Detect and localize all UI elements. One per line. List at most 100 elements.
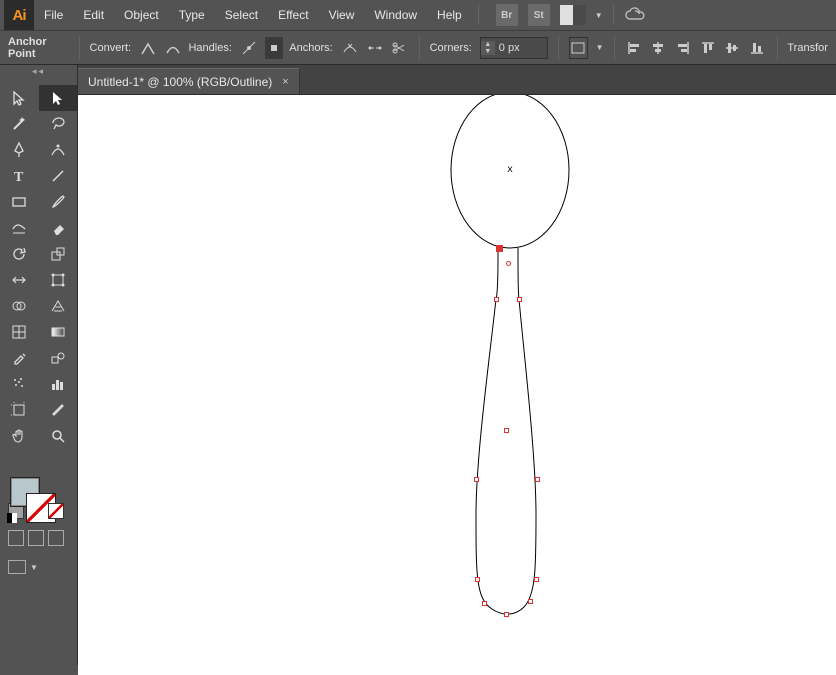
paintbrush-tool[interactable]	[39, 189, 78, 215]
align-top-icon[interactable]	[698, 37, 717, 59]
anchor-point-label: Anchor Point	[8, 36, 67, 60]
artwork-outline[interactable]	[78, 95, 836, 675]
direct-selection-tool[interactable]	[39, 85, 78, 111]
stock-icon[interactable]: St	[528, 4, 550, 26]
corner-radius-input[interactable]	[495, 42, 547, 54]
align-to-selector[interactable]	[569, 37, 588, 59]
eyedropper-tool[interactable]	[0, 345, 39, 371]
free-transform-tool[interactable]	[39, 267, 78, 293]
separator	[478, 5, 479, 25]
menu-view[interactable]: View	[319, 0, 365, 30]
selection-tool[interactable]	[0, 85, 39, 111]
lasso-tool[interactable]	[39, 111, 78, 137]
shaper-tool[interactable]	[0, 215, 39, 241]
corners-label: Corners:	[430, 42, 472, 54]
canvas-area[interactable]: x	[78, 95, 836, 665]
pen-tool[interactable]	[0, 137, 39, 163]
anchors-cut-icon[interactable]	[390, 37, 409, 59]
anchors-connect-icon[interactable]	[365, 37, 384, 59]
none-mode-icon[interactable]	[48, 503, 64, 519]
handles-hide-icon[interactable]	[265, 37, 284, 59]
anchor-point[interactable]	[534, 577, 539, 582]
arrange-docs-icon[interactable]	[560, 5, 586, 25]
anchors-remove-icon[interactable]	[341, 37, 360, 59]
align-vcenter-icon[interactable]	[723, 37, 742, 59]
anchor-point[interactable]	[504, 612, 509, 617]
menu-help[interactable]: Help	[427, 0, 472, 30]
convert-corner-icon[interactable]	[139, 37, 158, 59]
magic-wand-tool[interactable]	[0, 111, 39, 137]
screen-mode-icon[interactable]	[8, 560, 26, 574]
anchor-point[interactable]	[506, 261, 511, 266]
anchor-point-selected[interactable]	[496, 245, 503, 252]
width-tool[interactable]	[0, 267, 39, 293]
corner-radius-field[interactable]: ▲▼	[480, 37, 548, 59]
menu-edit[interactable]: Edit	[73, 0, 114, 30]
slice-tool[interactable]	[39, 397, 78, 423]
align-left-icon[interactable]	[624, 37, 643, 59]
anchor-point[interactable]	[504, 428, 509, 433]
chevron-down-icon[interactable]: ▼	[595, 11, 603, 20]
convert-label: Convert:	[90, 42, 132, 54]
anchor-point[interactable]	[535, 477, 540, 482]
eraser-tool[interactable]	[39, 215, 78, 241]
collapse-handle[interactable]: ◂◂	[0, 65, 77, 77]
convert-smooth-icon[interactable]	[164, 37, 183, 59]
fill-stroke-swatches[interactable]	[0, 475, 77, 531]
align-bottom-icon[interactable]	[748, 37, 767, 59]
handles-label: Handles:	[188, 42, 231, 54]
draw-behind-icon[interactable]	[28, 530, 44, 546]
tools-panel: ◂◂ T	[0, 65, 78, 665]
hand-tool[interactable]	[0, 423, 39, 449]
zoom-tool[interactable]	[39, 423, 78, 449]
artboard[interactable]: x	[78, 95, 836, 675]
sync-icon[interactable]	[624, 7, 646, 23]
draw-inside-icon[interactable]	[48, 530, 64, 546]
separator	[558, 36, 559, 60]
bridge-icon[interactable]: Br	[496, 4, 518, 26]
menu-object[interactable]: Object	[114, 0, 169, 30]
handles-show-icon[interactable]	[240, 37, 259, 59]
chevron-down-icon[interactable]: ▼	[30, 563, 38, 572]
menu-select[interactable]: Select	[215, 0, 268, 30]
curvature-tool[interactable]	[39, 137, 78, 163]
line-segment-tool[interactable]	[39, 163, 78, 189]
shape-builder-tool[interactable]	[0, 293, 39, 319]
anchor-point[interactable]	[482, 601, 487, 606]
close-icon[interactable]: ×	[282, 76, 288, 88]
anchor-point[interactable]	[475, 577, 480, 582]
chevron-down-icon[interactable]: ▼	[596, 43, 604, 52]
scale-tool[interactable]	[39, 241, 78, 267]
control-bar: Anchor Point Convert: Handles: Anchors: …	[0, 30, 836, 65]
anchor-point[interactable]	[528, 599, 533, 604]
default-fill-stroke-icon[interactable]	[7, 513, 17, 523]
rotate-tool[interactable]	[0, 241, 39, 267]
tab-untitled-1[interactable]: Untitled-1* @ 100% (RGB/Outline) ×	[78, 68, 300, 94]
stepper[interactable]: ▲▼	[481, 41, 495, 55]
align-hcenter-icon[interactable]	[649, 37, 668, 59]
type-tool[interactable]: T	[0, 163, 39, 189]
align-right-icon[interactable]	[674, 37, 693, 59]
symbol-sprayer-tool[interactable]	[0, 371, 39, 397]
gradient-tool[interactable]	[39, 319, 78, 345]
mesh-tool[interactable]	[0, 319, 39, 345]
menu-type[interactable]: Type	[169, 0, 215, 30]
menu-window[interactable]: Window	[364, 0, 427, 30]
menu-file[interactable]: File	[34, 0, 73, 30]
menu-bar: Ai File Edit Object Type Select Effect V…	[0, 0, 836, 30]
separator	[777, 36, 778, 60]
app-logo: Ai	[4, 0, 34, 30]
anchor-point[interactable]	[494, 297, 499, 302]
draw-normal-icon[interactable]	[8, 530, 24, 546]
perspective-grid-tool[interactable]	[39, 293, 78, 319]
rectangle-tool[interactable]	[0, 189, 39, 215]
column-graph-tool[interactable]	[39, 371, 78, 397]
separator	[614, 36, 615, 60]
anchor-point[interactable]	[517, 297, 522, 302]
svg-text:T: T	[14, 170, 24, 185]
artboard-tool[interactable]	[0, 397, 39, 423]
blend-tool[interactable]	[39, 345, 78, 371]
anchor-point[interactable]	[474, 477, 479, 482]
menu-effect[interactable]: Effect	[268, 0, 318, 30]
transform-label[interactable]: Transfor	[787, 42, 828, 54]
